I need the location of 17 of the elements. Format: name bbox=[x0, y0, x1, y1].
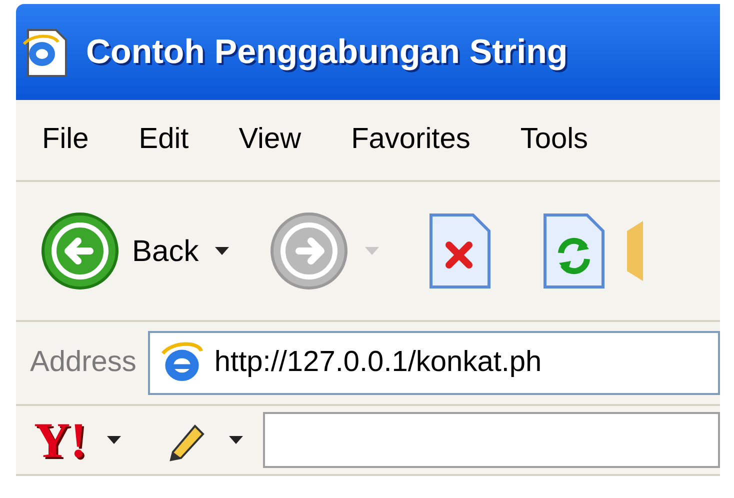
menu-item[interactable]: Favorites bbox=[351, 118, 470, 162]
menu-item[interactable]: Tools bbox=[520, 118, 588, 162]
caret-icon[interactable] bbox=[214, 247, 229, 255]
caret-icon[interactable] bbox=[228, 436, 243, 444]
menu-item[interactable]: File bbox=[42, 118, 89, 162]
refresh-icon[interactable] bbox=[540, 211, 607, 291]
search-input-field[interactable] bbox=[262, 412, 720, 468]
back-label: Back bbox=[132, 234, 199, 270]
address-field[interactable]: http://127.0.0.1/konkat.ph bbox=[148, 331, 720, 395]
menu-item[interactable]: View bbox=[238, 118, 302, 162]
stop-icon[interactable] bbox=[426, 211, 493, 291]
yahoo-logo[interactable]: Y! bbox=[34, 415, 87, 465]
menu-item[interactable]: Edit bbox=[138, 118, 189, 162]
back-button[interactable]: Back bbox=[40, 211, 199, 291]
caret-icon[interactable] bbox=[106, 436, 121, 444]
window-title: Contoh Penggabungan String bbox=[86, 32, 568, 72]
address-label: Address bbox=[30, 345, 136, 380]
